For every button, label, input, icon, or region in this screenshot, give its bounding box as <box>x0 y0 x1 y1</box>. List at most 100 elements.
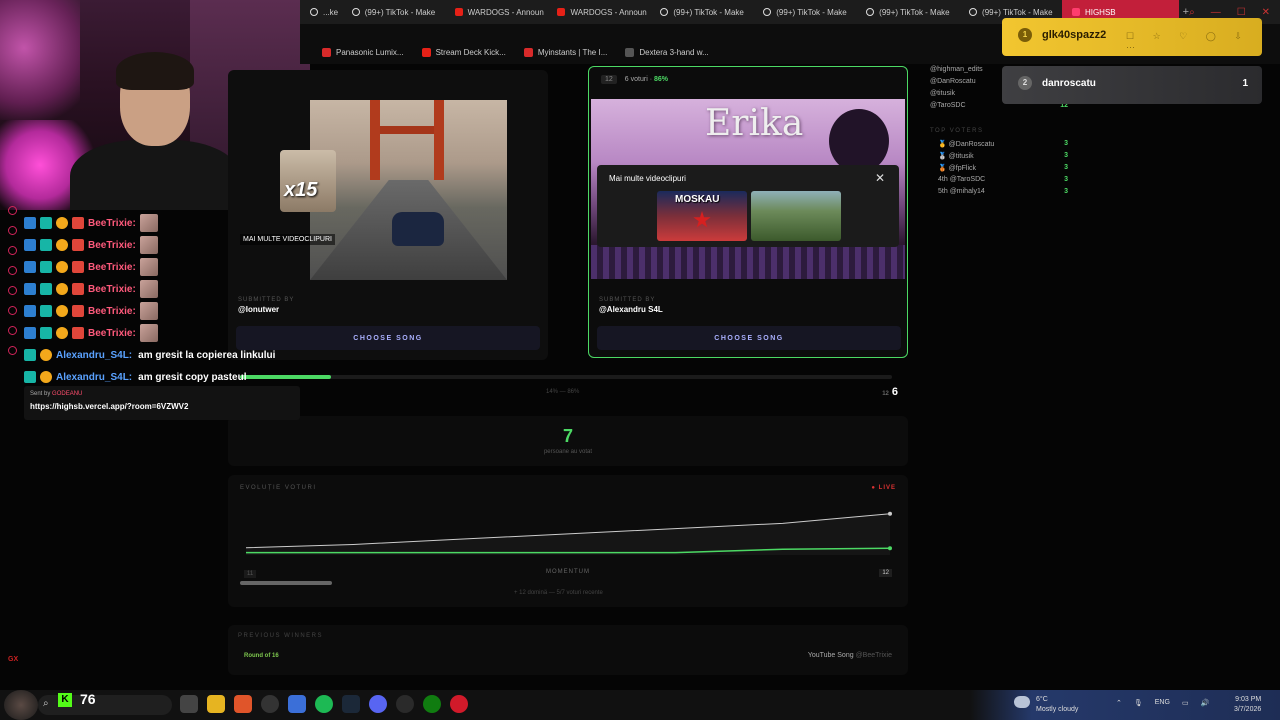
monitor-icon[interactable]: ▭ <box>1182 699 1189 707</box>
browser-tab[interactable]: WARDOGS - Announ <box>547 0 650 24</box>
chat-username[interactable]: BeeTrixie: <box>88 306 136 317</box>
chat-message: BeeTrixie: <box>24 256 314 278</box>
minimize-icon[interactable]: — <box>1211 7 1221 18</box>
more-videos-popup: Mai multe videoclipuri ✕ MOSKAU <box>597 165 899 247</box>
related-video-thumbnail[interactable]: MOSKAU <box>657 191 747 241</box>
tree <box>829 109 889 173</box>
bridge-tower <box>370 100 444 180</box>
xbox-icon[interactable] <box>423 695 441 713</box>
settings-icon[interactable] <box>396 695 414 713</box>
top-voter-row: 🥇 @DanRoscatu 3 <box>938 140 1068 148</box>
live-badge: ● LIVE <box>871 485 896 491</box>
tiktok-icon <box>660 8 669 16</box>
chat-badge-icon <box>40 217 52 229</box>
rank-badge: 2 <box>1018 76 1032 90</box>
gx-logo: GX <box>8 656 19 663</box>
bookmark[interactable]: Panasonic Lumix... <box>322 44 404 60</box>
x15-emote: x15 <box>280 150 336 212</box>
previous-winners-panel: PREVIOUS WINNERS Round of 16 YouTube Son… <box>228 625 908 675</box>
chat-emote <box>139 214 158 232</box>
chat-badge-icon <box>40 349 52 361</box>
rank-badge: 1 <box>1018 28 1032 42</box>
chat-message: BeeTrixie: <box>24 234 314 256</box>
browser-tab[interactable]: WARDOGS - Announ <box>445 0 548 24</box>
chat-badge-icon <box>72 261 84 273</box>
chat-message: BeeTrixie: <box>24 300 314 322</box>
chat-badge-icon <box>72 327 84 339</box>
obs-icon[interactable] <box>261 695 279 713</box>
song-number: 12 <box>601 75 617 84</box>
winner-song[interactable]: YouTube Song @BeeTrixie <box>808 652 892 659</box>
chat-badge-icon <box>24 283 36 295</box>
brave-icon[interactable] <box>234 695 252 713</box>
clock[interactable]: 9:03 PM 3/7/2026 <box>1234 695 1261 715</box>
round-label: Round of 16 <box>244 653 279 659</box>
chat-badge-icon <box>56 261 68 273</box>
window-controls: ⌕ — ☐ ✕ <box>1189 7 1280 18</box>
chevron-up-icon[interactable]: ⌃ <box>1116 699 1122 707</box>
chat-username[interactable]: BeeTrixie: <box>88 284 136 295</box>
chat-emote <box>139 258 158 276</box>
maximize-icon[interactable]: ☐ <box>1237 7 1246 18</box>
kick-icon <box>7 346 17 355</box>
browser-tab[interactable]: (99+) TikTok - Make <box>342 0 445 24</box>
red-favicon-icon <box>322 47 331 57</box>
close-icon[interactable]: ✕ <box>1262 7 1270 18</box>
language-indicator[interactable]: ENG <box>1155 699 1170 707</box>
close-icon[interactable]: ✕ <box>875 171 885 185</box>
car <box>392 212 444 246</box>
momentum-scrollbar[interactable] <box>240 581 332 585</box>
tiktok-icon <box>866 8 875 16</box>
highsb-icon <box>1071 8 1080 16</box>
related-video-thumbnail[interactable] <box>751 191 841 241</box>
browser-tab[interactable]: ...ke <box>300 0 342 24</box>
x-icon <box>7 266 17 275</box>
streamer-hair <box>116 52 194 90</box>
chat-username[interactable]: Alexandru_S4L: <box>56 372 132 383</box>
chat-badge-icon <box>40 283 52 295</box>
search-icon[interactable]: ⌕ <box>1189 7 1195 18</box>
store-icon[interactable] <box>288 695 306 713</box>
chat-username[interactable]: BeeTrixie: <box>88 218 136 229</box>
clock-icon <box>7 306 17 315</box>
file-explorer-icon[interactable] <box>207 695 225 713</box>
chat-username[interactable]: Alexandru_S4L: <box>56 350 132 361</box>
chat-badge-icon <box>72 305 84 317</box>
chat-badge-icon <box>24 217 36 229</box>
opera-gx-icon[interactable] <box>450 695 468 713</box>
vote-percentages: 14% — 86% <box>546 389 580 395</box>
discord-icon <box>7 326 17 335</box>
total-voters-panel: 7 persoane au votat <box>228 416 908 466</box>
chat-badge-icon <box>72 283 84 295</box>
browser-tab[interactable]: (99+) TikTok - Make <box>753 0 856 24</box>
social-icons <box>4 206 20 355</box>
browser-tab[interactable]: (99+) TikTok - Make <box>650 0 753 24</box>
speaker-icon[interactable]: 🔊 <box>1201 699 1210 707</box>
bookmark[interactable]: Myinstants | The I... <box>523 44 607 60</box>
popup-title: Mai multe videoclipuri <box>609 174 686 183</box>
chat-emote <box>139 302 158 320</box>
chat-badge-icon <box>72 239 84 251</box>
bookmark[interactable]: Stream Deck Kick... <box>421 44 506 60</box>
chat-badge-icon <box>56 327 68 339</box>
choose-song-button[interactable]: CHOOSE SONG <box>597 326 901 350</box>
video-thumbnail-left[interactable] <box>310 100 507 280</box>
task-view-icon[interactable] <box>180 695 198 713</box>
total-voters-count: 7 <box>562 426 573 446</box>
leaderboard-score: 1 <box>1242 78 1248 89</box>
chat-username[interactable]: BeeTrixie: <box>88 240 136 251</box>
steam-icon[interactable] <box>342 695 360 713</box>
search-icon: ⌕ <box>43 698 49 709</box>
spotify-icon[interactable] <box>315 695 333 713</box>
weather-widget[interactable]: 6°C Mostly cloudy <box>1014 695 1078 715</box>
sent-link-url[interactable]: https://highsb.vercel.app/?room=6VZWV2 <box>30 402 294 411</box>
chat-username[interactable]: BeeTrixie: <box>88 328 136 339</box>
discord-icon[interactable] <box>369 695 387 713</box>
bookmark[interactable]: Dextera 3-hand w... <box>625 44 709 60</box>
chat-message-text: am gresit copy pasteul <box>138 371 247 383</box>
microphone-icon[interactable]: 🎙 <box>1134 699 1143 707</box>
browser-tab[interactable]: (99+) TikTok - Make <box>856 0 959 24</box>
browser-toolbar-icons: ☐ ☆ ♡ ◯ ⇩ ⋯ <box>1126 31 1250 52</box>
vote-evolution-chart <box>245 511 892 555</box>
chat-username[interactable]: BeeTrixie: <box>88 262 136 273</box>
